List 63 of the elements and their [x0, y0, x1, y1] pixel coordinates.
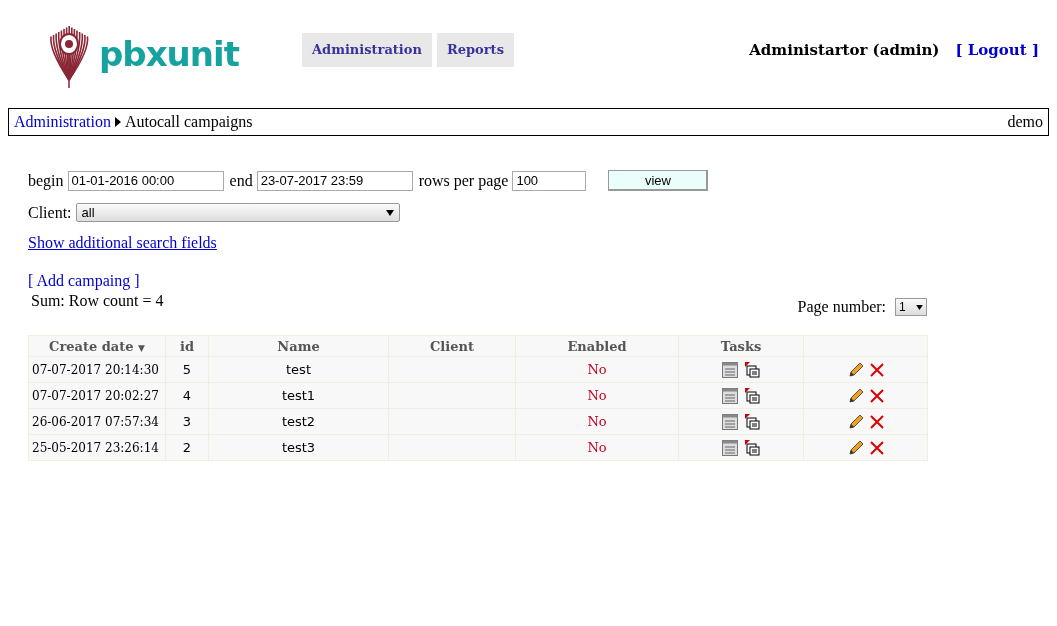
- add-campaign-link[interactable]: [ Add campaing ]: [28, 272, 1029, 290]
- column-header: Client: [388, 335, 516, 357]
- documents-icon[interactable]: [744, 361, 760, 378]
- end-field[interactable]: 23-07-2017 23:59: [256, 170, 413, 191]
- column-header: id: [165, 335, 209, 357]
- table-cell: test2: [208, 408, 389, 435]
- table-cell: No: [515, 408, 679, 435]
- page-number-label: Page number:: [797, 298, 886, 316]
- delete-icon[interactable]: [869, 440, 884, 455]
- table-cell: test1: [208, 382, 389, 409]
- rows-per-page-field[interactable]: 100: [512, 170, 587, 191]
- delete-icon[interactable]: [869, 414, 884, 429]
- nav-tab[interactable]: Reports: [436, 33, 514, 67]
- table-cell: 5: [165, 356, 209, 383]
- pencil-icon[interactable]: [847, 361, 864, 378]
- client-label: Client:: [28, 203, 72, 222]
- dropdown-arrow-icon: [916, 304, 923, 310]
- user-name: Administartor (admin): [749, 41, 940, 59]
- delete-icon[interactable]: [869, 388, 884, 403]
- begin-label: begin: [28, 171, 64, 190]
- additional-search-link[interactable]: Show additional search fields: [28, 234, 217, 252]
- end-label: end: [229, 171, 253, 190]
- column-header[interactable]: Create date ▼: [28, 335, 166, 357]
- table-cell: 25-05-2017 23:26:14: [28, 434, 166, 461]
- table-cell: No: [515, 382, 679, 409]
- table-cell: test3: [208, 434, 389, 461]
- begin-field[interactable]: 01-01-2016 00:00: [67, 170, 224, 191]
- page-number-dropdown[interactable]: 1: [895, 298, 927, 316]
- table-cell: 3: [165, 408, 209, 435]
- instance-name: demo: [1007, 113, 1043, 131]
- row-count-summary: Sum: Row count = 4: [31, 292, 164, 310]
- rows-per-page-label: rows per page: [418, 171, 509, 190]
- pencil-icon[interactable]: [847, 387, 864, 404]
- documents-icon[interactable]: [744, 413, 760, 430]
- breadcrumb-current: Autocall campaigns: [124, 113, 253, 131]
- pencil-icon[interactable]: [847, 413, 864, 430]
- list-icon[interactable]: [722, 413, 738, 430]
- table-cell: test: [208, 356, 389, 383]
- table-cell: 07-07-2017 20:14:30: [28, 356, 166, 383]
- table-cell: 07-07-2017 20:02:27: [28, 382, 166, 409]
- table-cell: 26-06-2017 07:57:34: [28, 408, 166, 435]
- documents-icon[interactable]: [744, 387, 760, 404]
- pencil-icon[interactable]: [847, 439, 864, 456]
- list-icon[interactable]: [722, 361, 738, 378]
- breadcrumb-link[interactable]: Administration: [14, 113, 111, 131]
- nav-tab[interactable]: Administration: [302, 33, 432, 67]
- client-dropdown[interactable]: all: [75, 203, 400, 222]
- logo-wordmark: pbxunit: [99, 34, 239, 74]
- column-header: Name: [208, 335, 389, 357]
- column-header: Tasks: [678, 335, 804, 357]
- table-cell: No: [515, 356, 679, 383]
- view-button[interactable]: view: [608, 170, 709, 191]
- logout-link[interactable]: [ Logout ]: [955, 41, 1039, 59]
- table-cell: 4: [165, 382, 209, 409]
- list-icon[interactable]: [722, 387, 738, 404]
- table-cell: 2: [165, 434, 209, 461]
- table-cell: No: [515, 434, 679, 461]
- list-icon[interactable]: [722, 439, 738, 456]
- documents-icon[interactable]: [744, 439, 760, 456]
- delete-icon[interactable]: [869, 362, 884, 377]
- caret-icon: [114, 117, 121, 127]
- dropdown-arrow-icon: [385, 209, 394, 216]
- column-header: Enabled: [515, 335, 679, 357]
